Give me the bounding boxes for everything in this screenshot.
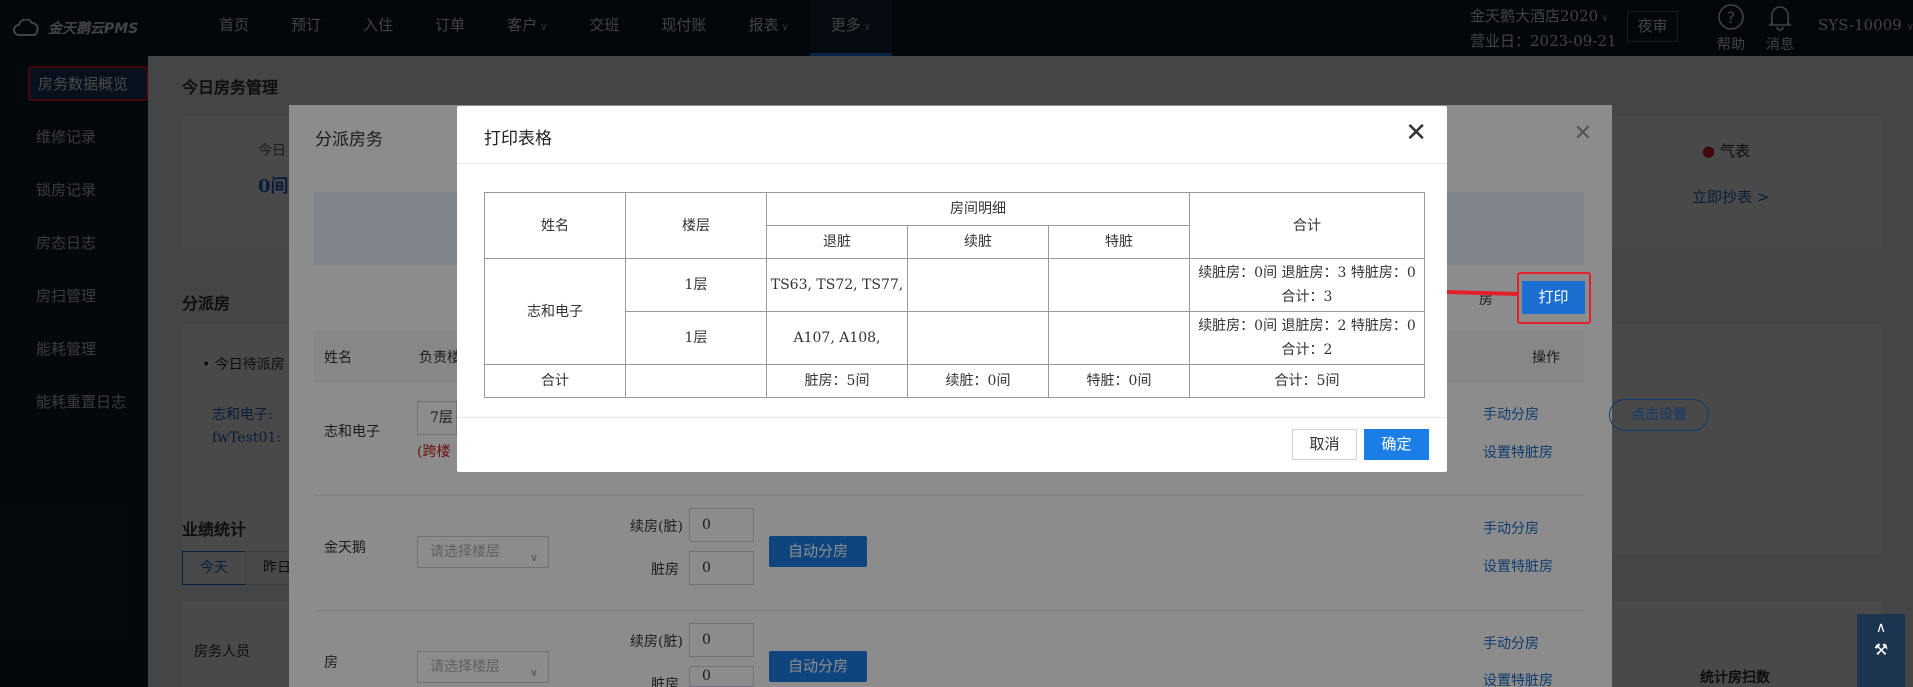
cell-special <box>1048 258 1190 312</box>
confirm-button[interactable]: 确定 <box>1364 429 1429 460</box>
sum-total: 合计：5间 <box>1189 364 1425 398</box>
total-line-1: 续脏房：0间 退脏房：3 特脏房：0 <box>1198 265 1416 281</box>
print-dialog-footer: 取消 确定 <box>457 417 1447 472</box>
print-dialog-title: 打印表格 <box>484 129 552 149</box>
header-total: 合计 <box>1189 192 1425 259</box>
print-table: 姓名 楼层 房间明细 合计 退脏 续脏 特脏 志和电子 1层 TS63, TS7… <box>484 192 1425 398</box>
back-to-top-widget[interactable]: ∧ ⚒ <box>1857 614 1905 687</box>
cell-cont <box>907 311 1049 365</box>
table-row: 1层 A107, A108, 续脏房：0间 退脏房：2 特脏房：0 合计：2 <box>485 311 1425 365</box>
cell-floor: 1层 <box>625 311 767 365</box>
cell-special <box>1048 311 1190 365</box>
close-icon[interactable]: ✕ <box>1405 118 1427 148</box>
table-header-row: 姓名 楼层 房间明细 合计 <box>484 192 1425 259</box>
cancel-button[interactable]: 取消 <box>1292 429 1357 460</box>
sum-cont: 续脏：0间 <box>907 364 1049 398</box>
header-checkout-dirty: 退脏 <box>766 225 908 259</box>
header-cont-dirty: 续脏 <box>907 225 1049 259</box>
cell-floor: 1层 <box>625 258 767 312</box>
sum-special: 特脏：0间 <box>1048 364 1190 398</box>
print-dialog-header: 打印表格 ✕ <box>457 106 1447 164</box>
header-details: 房间明细 <box>766 192 1190 226</box>
chevron-up-icon: ∧ <box>1875 620 1887 636</box>
print-dialog: 打印表格 ✕ 姓名 楼层 房间明细 合计 退脏 续脏 特脏 志和电子 1层 TS… <box>457 106 1447 472</box>
total-line-2: 合计：2 <box>1281 342 1333 358</box>
total-line-2: 合计：3 <box>1281 289 1333 305</box>
header-floor: 楼层 <box>625 192 767 259</box>
cell-total: 续脏房：0间 退脏房：2 特脏房：0 合计：2 <box>1189 311 1425 365</box>
total-line-1: 续脏房：0间 退脏房：2 特脏房：0 <box>1198 318 1416 334</box>
cell-cont <box>907 258 1049 312</box>
header-special-dirty: 特脏 <box>1048 225 1190 259</box>
print-button[interactable]: 打印 <box>1522 281 1585 314</box>
cell-checkout: A107, A108, <box>766 311 908 365</box>
cell-name: 志和电子 <box>484 258 626 365</box>
cell-checkout: TS63, TS72, TS77, <box>766 258 908 312</box>
table-row: 志和电子 1层 TS63, TS72, TS77, 续脏房：0间 退脏房：3 特… <box>484 258 1425 365</box>
sum-label: 合计 <box>484 364 626 398</box>
sum-floor <box>625 364 767 398</box>
wrench-icon: ⚒ <box>1873 640 1889 659</box>
table-sum-row: 合计 脏房：5间 续脏：0间 特脏：0间 合计：5间 <box>484 364 1425 398</box>
sum-checkout: 脏房：5间 <box>766 364 908 398</box>
cell-total: 续脏房：0间 退脏房：3 特脏房：0 合计：3 <box>1189 258 1425 312</box>
header-name: 姓名 <box>484 192 626 259</box>
